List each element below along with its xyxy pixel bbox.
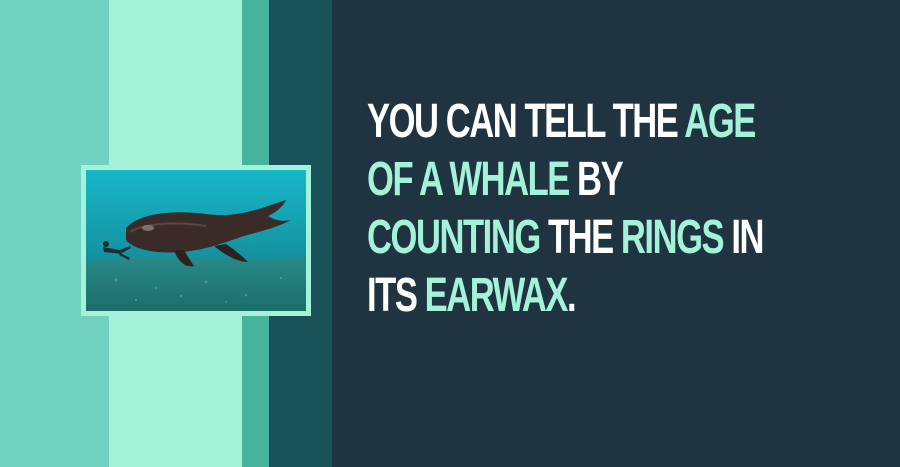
fact-segment: YOU CAN TELL THE (367, 95, 685, 148)
fact-highlight: EARWAX (424, 269, 569, 322)
fact-segment: ITS (367, 269, 425, 322)
fact-segment: . (567, 269, 577, 322)
fact-segment: THE (539, 211, 621, 264)
fact-highlight: COUNTING (367, 211, 541, 264)
photo-frame (81, 165, 311, 316)
fact-segment: BY (568, 153, 624, 206)
fact-segment: IN (723, 211, 764, 264)
fact-highlight: OF A WHALE (367, 153, 570, 206)
fact-highlight: AGE (684, 95, 756, 148)
fact-highlight: RINGS (620, 211, 725, 264)
whale-photo (86, 170, 306, 311)
fact-text: YOU CAN TELL THE AGE OF A WHALE BY COUNTIN… (367, 93, 764, 325)
